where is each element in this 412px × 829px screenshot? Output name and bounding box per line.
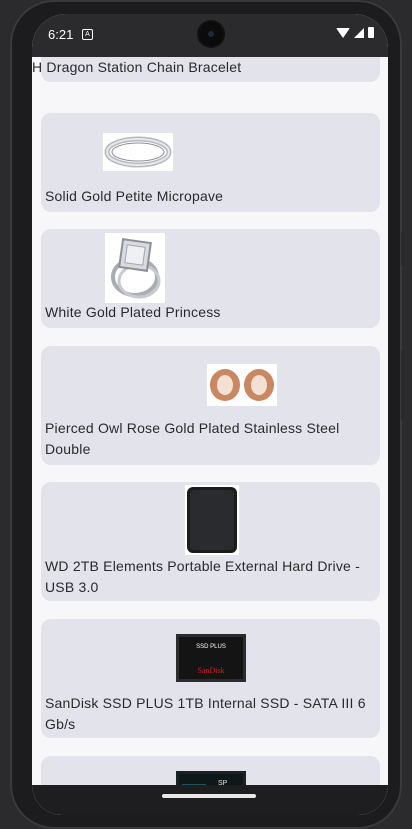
product-title: H Dragon Station Chain Bracelet [32, 59, 242, 75]
hard-drive-image [184, 485, 239, 555]
product-card[interactable]: SP [41, 756, 380, 785]
phone-frame: 6:21 A H Dragon Station Chain Bracelet S… [10, 0, 406, 829]
battery-icon [368, 27, 374, 38]
rose-gold-plugs-image [206, 364, 277, 406]
volume-button [401, 350, 406, 420]
screen: 6:21 A H Dragon Station Chain Bracelet S… [32, 14, 388, 815]
product-card[interactable]: H Dragon Station Chain Bracelet [32, 57, 388, 83]
princess-ring-image [104, 233, 165, 303]
svg-text:SanDisk: SanDisk [197, 666, 224, 675]
silicon-power-ssd-image: SP [175, 771, 246, 785]
product-card[interactable]: SSD PLUS SanDisk SanDisk SSD PLUS 1TB In… [41, 619, 380, 738]
front-camera [199, 22, 223, 46]
product-card[interactable]: Solid Gold Petite Micropave [41, 113, 380, 212]
product-title: Solid Gold Petite Micropave [45, 188, 224, 204]
signal-icon [354, 27, 364, 38]
notification-icon: A [82, 29, 93, 40]
silver-ring-image [102, 133, 173, 171]
svg-text:SSD PLUS: SSD PLUS [196, 644, 226, 650]
product-title: SanDisk SSD PLUS 1TB Internal SSD - SATA… [45, 695, 366, 732]
status-bar: 6:21 A [32, 14, 388, 57]
power-button [401, 232, 406, 266]
product-card[interactable]: Pierced Owl Rose Gold Plated Stainless S… [41, 346, 380, 465]
status-time: 6:21 [48, 27, 74, 42]
home-gesture-bar[interactable] [162, 794, 256, 798]
sandisk-ssd-image: SSD PLUS SanDisk [175, 634, 246, 682]
product-list[interactable]: H Dragon Station Chain Bracelet Solid Go… [32, 57, 388, 785]
product-title: Pierced Owl Rose Gold Plated Stainless S… [45, 420, 340, 457]
product-card[interactable]: WD 2TB Elements Portable External Hard D… [41, 482, 380, 601]
system-icons [336, 27, 374, 38]
product-title: White Gold Plated Princess [45, 304, 221, 320]
navigation-bar [32, 785, 388, 815]
wifi-icon [336, 27, 350, 38]
product-title: WD 2TB Elements Portable External Hard D… [45, 558, 360, 595]
product-card[interactable]: White Gold Plated Princess [41, 229, 380, 328]
